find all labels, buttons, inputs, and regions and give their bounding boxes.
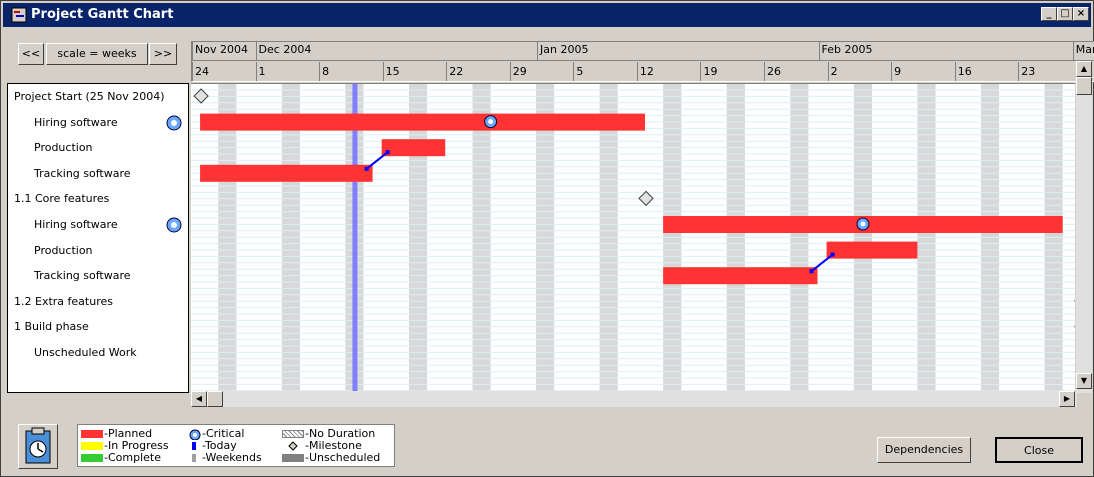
gantt-svg	[191, 84, 1075, 392]
gantt-window: Project Gantt Chart _ □ × << scale = wee…	[0, 0, 1094, 477]
week-day-label: 26	[764, 62, 781, 81]
legend-critical: -Critical	[188, 428, 244, 440]
minimize-button[interactable]: _	[1041, 7, 1057, 21]
task-row[interactable]: Hiring software	[34, 212, 118, 237]
gantt-tool-button[interactable]	[18, 424, 58, 469]
week-day-label: 8	[319, 62, 329, 81]
scroll-up-button[interactable]: ▲	[1076, 61, 1092, 77]
planned-swatch	[81, 430, 103, 438]
scale-button[interactable]: scale = weeks	[46, 43, 148, 65]
dependency-end	[364, 166, 369, 171]
title-bar[interactable]: Project Gantt Chart _ □ ×	[3, 3, 1091, 27]
today-swatch	[192, 442, 196, 450]
month-label: Nov 2004	[192, 42, 248, 60]
week-day-label: 2	[827, 62, 838, 81]
in-progress-swatch	[81, 442, 103, 450]
critical-icon	[166, 217, 182, 233]
task-bar	[200, 164, 373, 182]
timeline-header: Nov 2004 Dec 2004 Jan 2005 Feb 2005 Mar 2005…	[191, 41, 1094, 82]
scroll-left-button[interactable]: ◀	[191, 391, 207, 407]
dependencies-button[interactable]: Dependencies	[877, 437, 971, 463]
month-label: Jan 2005	[537, 42, 588, 60]
week-day-label: 19	[700, 62, 717, 81]
critical-marker-center	[860, 221, 866, 227]
task-row[interactable]: 1.2 Extra features	[14, 289, 113, 314]
legend-in-progress: -In Progress	[81, 440, 169, 451]
task-bar	[200, 113, 645, 131]
complete-swatch	[81, 454, 103, 462]
week-day-label: 22	[446, 62, 463, 81]
close-window-button[interactable]: ×	[1073, 7, 1089, 21]
week-day-label: 23	[1018, 62, 1035, 81]
week-day-label: 5	[573, 62, 583, 81]
task-row[interactable]: Tracking software	[34, 161, 131, 186]
task-bar	[381, 139, 446, 157]
legend-complete: -Complete	[81, 452, 161, 463]
task-bar	[826, 241, 918, 259]
prev-period-button[interactable]: <<	[18, 43, 44, 65]
legend: -Planned -In Progress -Complete -Critica…	[77, 424, 395, 467]
task-row[interactable]: Production	[34, 238, 93, 263]
task-row[interactable]: Tracking software	[34, 263, 131, 288]
week-day-label: 1	[255, 62, 266, 81]
legend-planned: -Planned	[81, 428, 152, 439]
month-label: Mar 2005	[1072, 42, 1094, 60]
vertical-scroll-thumb[interactable]	[1076, 77, 1092, 95]
horizontal-scroll-thumb[interactable]	[207, 391, 223, 407]
month-label: Feb 2005	[818, 42, 872, 60]
critical-icon	[166, 115, 182, 131]
task-row[interactable]: 1 Build phase	[14, 314, 89, 339]
week-day-label: 29	[509, 62, 527, 81]
task-row[interactable]: 1.1 Core features	[14, 186, 109, 211]
milestone-marker	[193, 88, 209, 104]
milestone-marker	[638, 190, 654, 207]
legend-unscheduled: -Unscheduled	[282, 452, 380, 463]
scroll-down-button[interactable]: ▼	[1076, 373, 1092, 389]
month-label: Dec 2004	[255, 42, 311, 60]
app-icon	[11, 7, 27, 23]
week-day-label: 15	[382, 62, 400, 81]
legend-no-duration: -No Duration	[282, 428, 375, 439]
dependency-start	[385, 150, 390, 155]
week-day-label: 16	[954, 62, 972, 81]
task-list: Project Start (25 Nov 2004) Hiring softwa…	[7, 83, 189, 393]
clipboard-clock-icon	[25, 427, 51, 464]
legend-weekends: -Weekends	[188, 452, 262, 463]
unscheduled-swatch	[282, 454, 304, 462]
weekend-swatch	[192, 454, 196, 462]
window-title: Project Gantt Chart	[31, 7, 174, 22]
gantt-chart-area	[191, 83, 1075, 392]
legend-today: -Today	[188, 440, 237, 451]
dependency-start	[830, 252, 835, 257]
scroll-right-button[interactable]: ▶	[1059, 391, 1075, 407]
week-day-label: 9	[891, 62, 901, 81]
task-bar	[663, 267, 818, 285]
legend-milestone: -Milestone	[282, 440, 362, 451]
critical-icon	[189, 429, 201, 440]
task-row[interactable]: Production	[34, 135, 93, 160]
vertical-scrollbar[interactable]: ▲ ▼	[1076, 61, 1092, 393]
task-row[interactable]: Unscheduled Work	[34, 340, 137, 365]
dependency-end	[809, 269, 814, 274]
no-duration-swatch	[282, 430, 304, 438]
task-row[interactable]: Project Start (25 Nov 2004)	[14, 84, 165, 109]
header-separator	[192, 60, 1094, 61]
critical-marker-center	[488, 119, 494, 125]
horizontal-scrollbar[interactable]: ◀ ▶	[191, 391, 1077, 407]
next-period-button[interactable]: >>	[149, 43, 177, 65]
close-button[interactable]: Close	[995, 437, 1083, 463]
task-row[interactable]: Hiring software	[34, 110, 118, 135]
maximize-button[interactable]: □	[1057, 7, 1073, 21]
week-day-label: 12	[636, 62, 654, 81]
milestone-icon	[288, 441, 298, 451]
week-day-label: 24	[192, 62, 209, 81]
